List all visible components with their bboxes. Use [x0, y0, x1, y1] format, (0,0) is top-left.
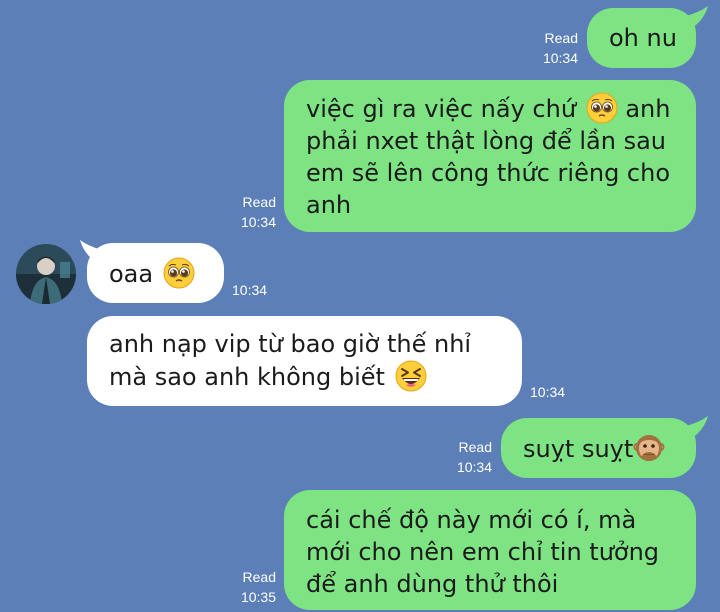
message-time: 10:34 — [530, 382, 590, 402]
message-time: 10:34 — [456, 459, 492, 475]
message-time: 10:34 — [240, 214, 276, 230]
message-bubble[interactable]: anh nạp vip từ bao giờ thế nhỉ mà sao an… — [87, 316, 522, 406]
message-time-text: 10:34 — [232, 282, 268, 298]
read-status: Read — [242, 569, 276, 585]
read-status: Read — [242, 194, 276, 210]
contact-avatar[interactable] — [16, 244, 76, 304]
read-status: Read — [544, 30, 578, 46]
message-text: suỵt suỵt — [523, 435, 634, 463]
read-status: Read — [458, 439, 492, 455]
message-bubble[interactable]: cái chế độ này mới có í, mà mới cho nên … — [284, 490, 696, 610]
read-receipt: Read 10:34 — [434, 437, 492, 477]
message-text: oaa — [109, 260, 154, 288]
message-bubble[interactable]: suỵt suỵt — [501, 418, 696, 478]
read-receipt: Read 10:34 — [520, 28, 578, 68]
message-time-text: 10:34 — [530, 384, 566, 400]
pleading-face-emoji — [163, 257, 195, 289]
message-bubble[interactable]: oh nu — [587, 8, 696, 68]
message-time: 10:34 — [232, 280, 292, 300]
read-receipt: Read 10:34 — [218, 192, 276, 232]
read-receipt: Read 10:35 — [218, 567, 276, 607]
message-bubble[interactable]: việc gì ra việc nấy chứ anh phải nxet th… — [284, 80, 696, 232]
laughing-squint-face-emoji — [395, 360, 427, 392]
pleading-face-emoji — [586, 92, 618, 124]
message-time: 10:34 — [542, 50, 578, 66]
message-bubble[interactable]: oaa — [87, 243, 224, 303]
message-time: 10:35 — [240, 589, 276, 605]
message-text: cái chế độ này mới có í, mà mới cho nên … — [306, 506, 660, 598]
chat-area[interactable]: Read 10:34 oh nu Read 10:34 việc gì ra v… — [0, 0, 720, 612]
speak-no-evil-monkey-emoji — [633, 432, 665, 464]
message-text: oh nu — [609, 24, 677, 52]
message-text: việc gì ra việc nấy chứ — [306, 95, 577, 123]
